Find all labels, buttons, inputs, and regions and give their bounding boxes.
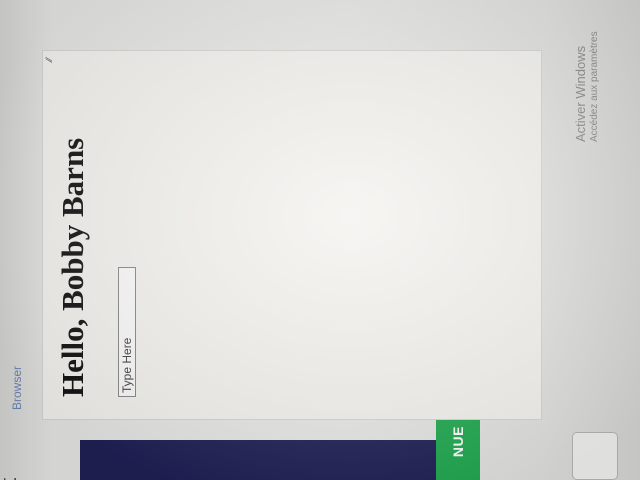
screen: t Browser NUE ⁄⁄ Hello, Bobby Barns Acti… xyxy=(0,0,640,480)
watermark-subtitle: Accédez aux paramètres xyxy=(588,31,600,142)
bottom-button[interactable] xyxy=(572,432,618,480)
resize-handle-icon[interactable]: ⁄⁄ xyxy=(44,53,54,61)
greeting-heading: Hello, Bobby Barns xyxy=(55,137,90,397)
watermark-title: Activer Windows xyxy=(573,45,588,142)
continue-button[interactable]: NUE xyxy=(436,420,480,480)
name-input[interactable] xyxy=(118,267,136,397)
side-panel xyxy=(80,440,480,480)
rotated-page: t Browser NUE ⁄⁄ Hello, Bobby Barns Acti… xyxy=(0,0,640,480)
browser-label: Browser xyxy=(10,365,24,410)
windows-activation-watermark: Activer Windows Accédez aux paramètres xyxy=(573,31,600,142)
browser-frame: ⁄⁄ Hello, Bobby Barns xyxy=(42,50,542,420)
